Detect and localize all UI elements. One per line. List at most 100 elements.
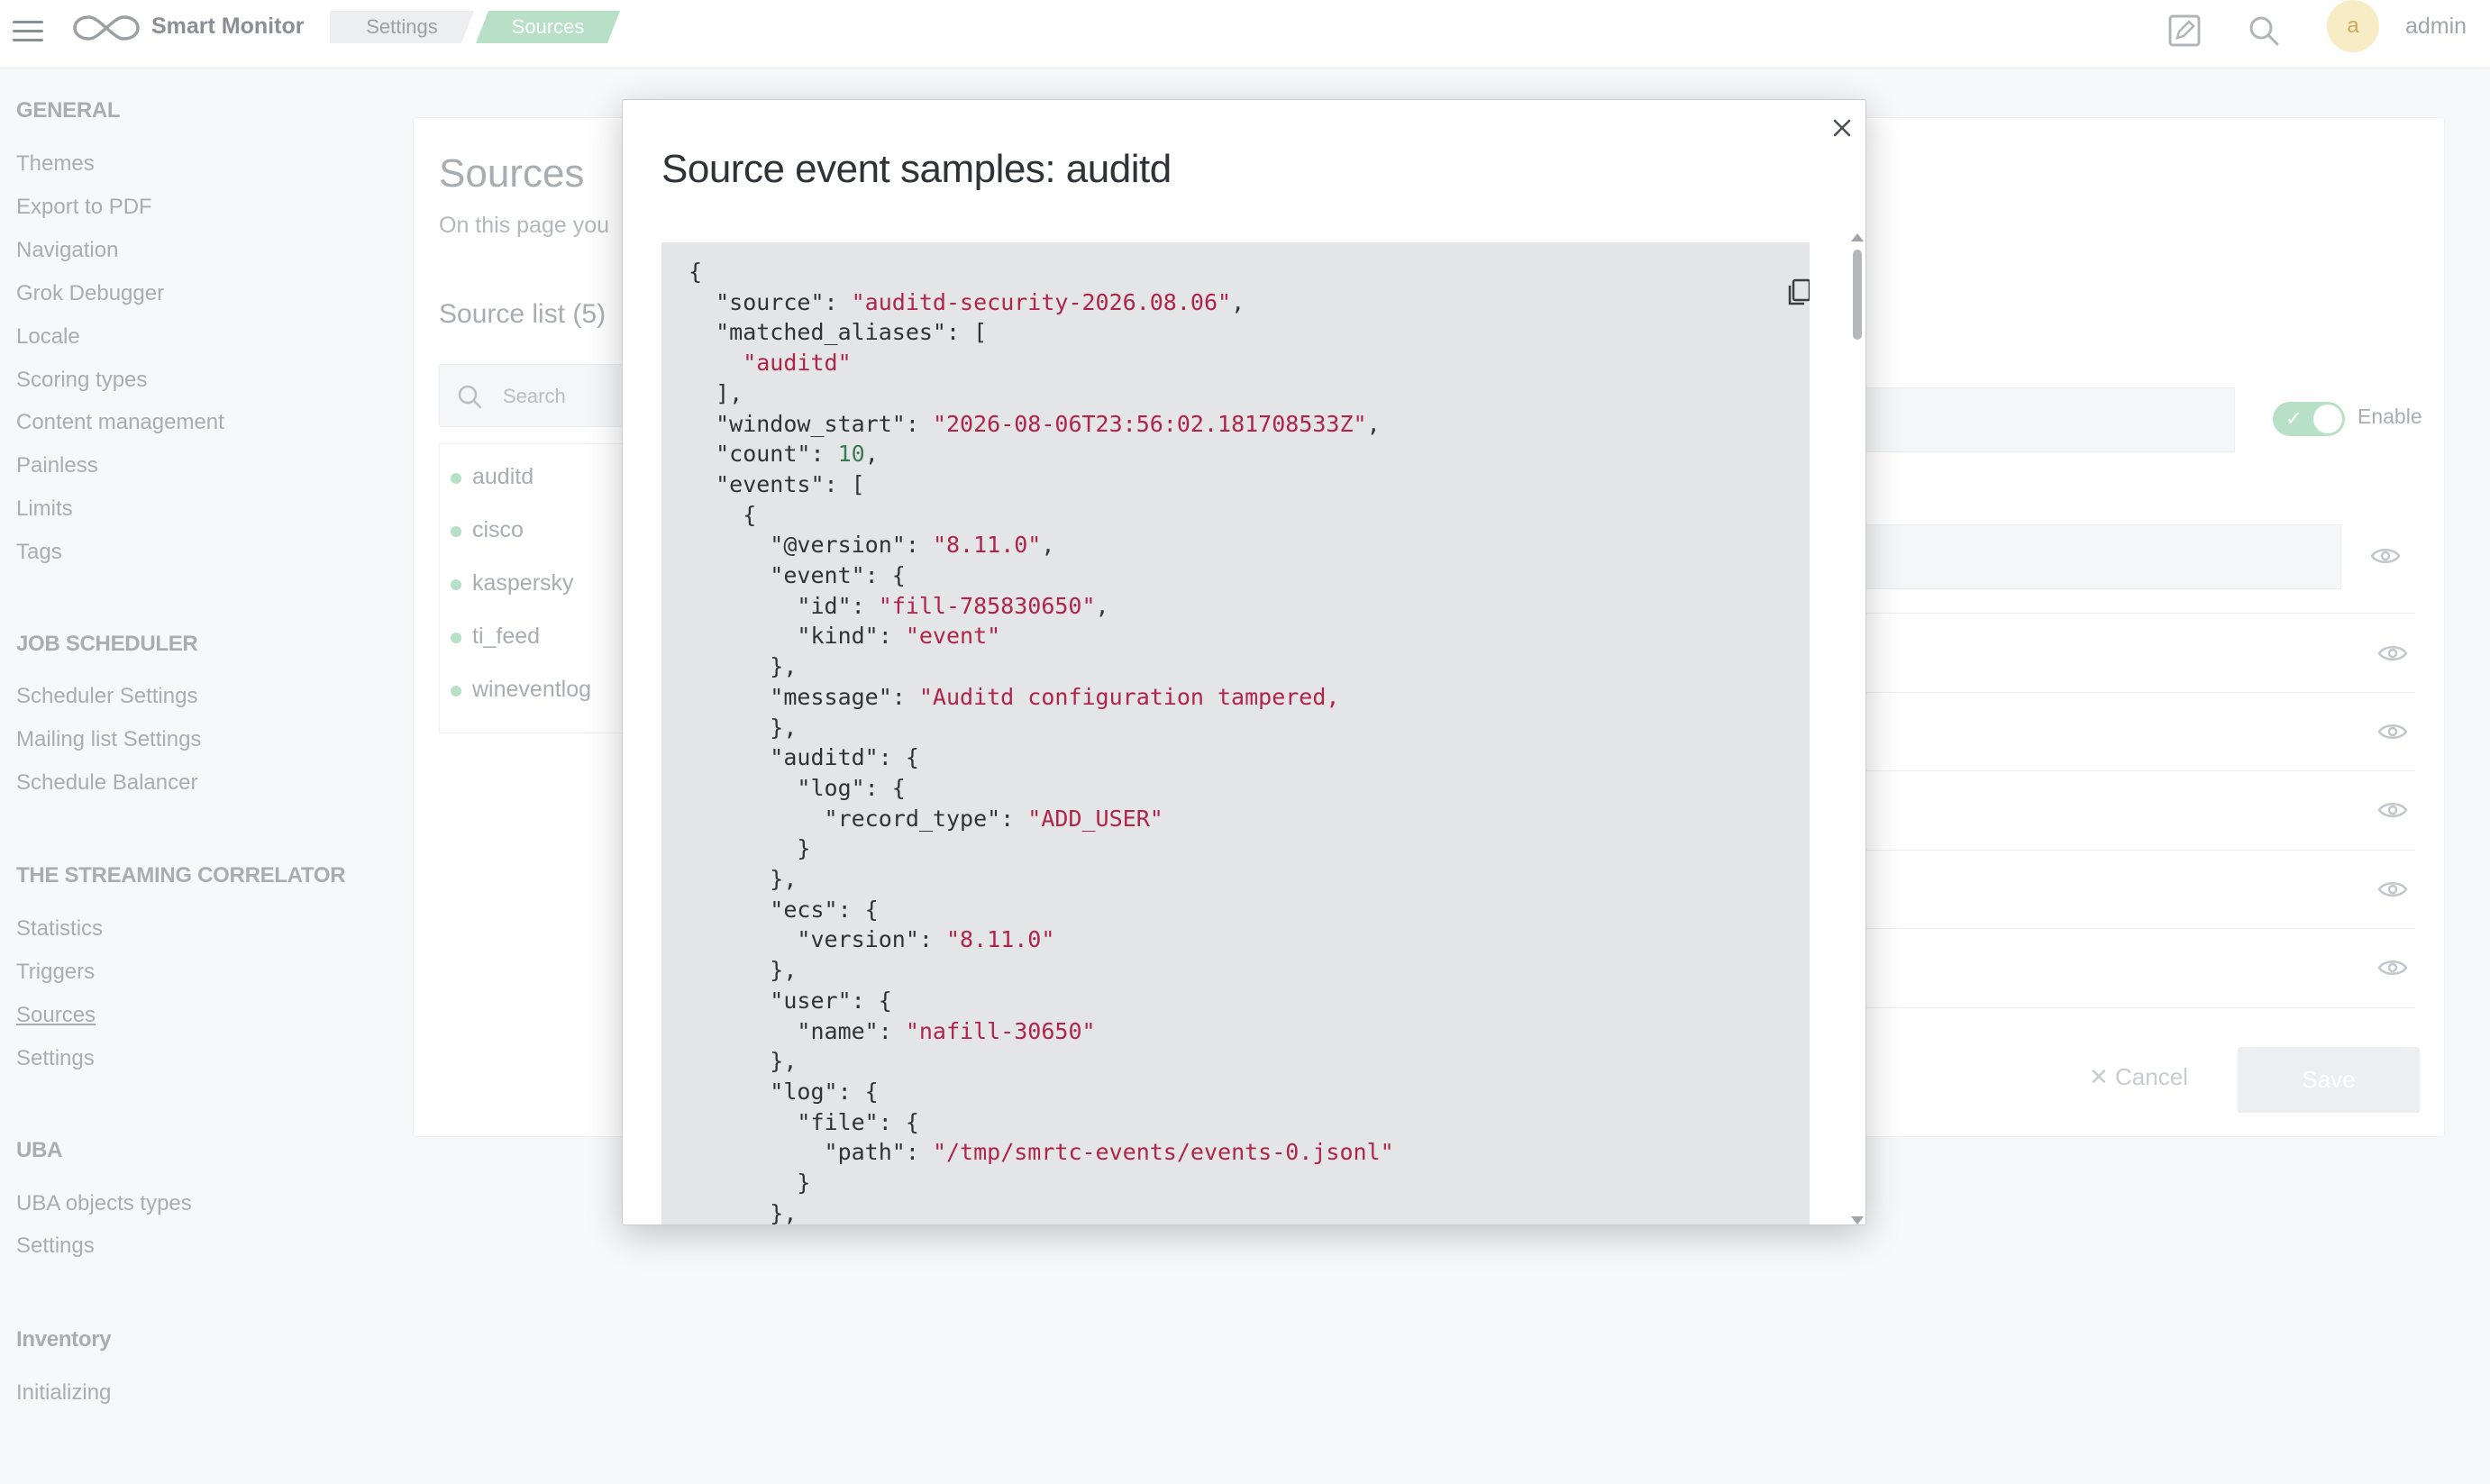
cancel-button[interactable]: ✕ Cancel (2089, 1063, 2188, 1091)
search-icon[interactable] (2246, 13, 2282, 49)
eye-icon[interactable] (2377, 721, 2408, 742)
sidebar-item-correlator-settings[interactable]: Settings (16, 1046, 95, 1071)
eye-icon[interactable] (2377, 957, 2408, 979)
code-line: "version": "8.11.0" (689, 926, 1055, 953)
sidebar-item-limits[interactable]: Limits (16, 496, 73, 522)
edit-icon[interactable] (2166, 13, 2203, 49)
sidebar-item-scheduler-settings[interactable]: Scheduler Settings (16, 684, 197, 709)
search-icon (458, 385, 482, 409)
status-dot (451, 473, 461, 484)
sidebar-section-uba: UBA (16, 1138, 63, 1162)
modal-scrollbar[interactable] (1848, 233, 1865, 1225)
code-line: { (689, 501, 757, 528)
eye-icon[interactable] (2370, 545, 2401, 567)
code-line: } (689, 1170, 811, 1196)
code-line: "file": { (689, 1108, 919, 1135)
code-line: "name": "nafill-30650" (689, 1017, 1096, 1044)
scroll-up-icon[interactable] (1851, 233, 1864, 241)
eye-icon[interactable] (2377, 642, 2408, 664)
copy-icon[interactable] (1784, 277, 1810, 307)
event-samples-modal: Source event samples: auditd { "source":… (622, 99, 1866, 1225)
source-item-ti-feed[interactable]: ti_feed (451, 624, 540, 650)
enable-toggle[interactable]: ✓ (2273, 402, 2345, 436)
sidebar-item-navigation[interactable]: Navigation (16, 238, 118, 263)
sidebar-item-statistics[interactable]: Statistics (16, 916, 103, 942)
top-bar: Smart Monitor Settings Sources a admin (0, 0, 2490, 68)
source-item-kaspersky[interactable]: kaspersky (451, 570, 574, 596)
page-subtitle: On this page you (439, 213, 610, 238)
status-dot (451, 579, 461, 590)
code-line: "kind": "event" (689, 623, 1001, 650)
code-line: } (689, 835, 811, 862)
check-icon: ✓ (2285, 407, 2303, 430)
status-dot (451, 686, 461, 696)
page-title: Sources (439, 151, 585, 196)
sidebar-item-painless[interactable]: Painless (16, 453, 98, 478)
code-line: "window_start": "2026-08-06T23:56:02.181… (689, 410, 1381, 437)
sidebar-item-content-management[interactable]: Content management (16, 410, 224, 435)
code-block[interactable]: { "source": "auditd-security-2026.08.06"… (661, 242, 1810, 1225)
source-item-wineventlog[interactable]: wineventlog (451, 677, 591, 703)
logo-icon (73, 15, 140, 41)
code-line: }, (689, 714, 798, 741)
status-dot (451, 526, 461, 537)
scroll-down-icon[interactable] (1851, 1216, 1864, 1225)
code-line: "matched_aliases": [ (689, 319, 988, 346)
sidebar-section-job-scheduler: JOB SCHEDULER (16, 632, 198, 656)
scroll-thumb[interactable] (1853, 250, 1862, 340)
code-line: "@version": "8.11.0", (689, 532, 1055, 559)
sidebar-item-initializing[interactable]: Initializing (16, 1380, 111, 1406)
modal-title: Source event samples: auditd (661, 147, 1172, 191)
menu-icon[interactable] (13, 15, 43, 46)
source-list-title: Source list (5) (439, 299, 607, 329)
sidebar-item-sources[interactable]: Sources (16, 1003, 96, 1028)
sidebar-section-general: GENERAL (16, 98, 121, 123)
eye-icon[interactable] (2377, 879, 2408, 900)
enable-label: Enable (2358, 405, 2422, 428)
eye-icon[interactable] (2377, 799, 2408, 821)
app-title: Smart Monitor (151, 14, 305, 39)
sidebar-item-tags[interactable]: Tags (16, 540, 62, 565)
sidebar-item-export-to-pdf[interactable]: Export to PDF (16, 195, 152, 220)
code-line: }, (689, 957, 798, 984)
breadcrumb-settings[interactable]: Settings (330, 11, 474, 43)
code-line: }, (689, 1199, 798, 1225)
save-button[interactable]: Save (2238, 1047, 2420, 1113)
sidebar: GENERAL Themes Export to PDF Navigation … (0, 69, 379, 1484)
sidebar-item-themes[interactable]: Themes (16, 151, 95, 177)
source-item-cisco[interactable]: cisco (451, 517, 524, 543)
code-line: { (689, 259, 703, 285)
code-line: "auditd" (689, 350, 852, 377)
sidebar-section-streaming-correlator: THE STREAMING CORRELATOR (16, 863, 346, 888)
sidebar-item-uba-objects-types[interactable]: UBA objects types (16, 1191, 192, 1216)
avatar[interactable]: a (2327, 0, 2379, 52)
sidebar-item-triggers[interactable]: Triggers (16, 960, 95, 985)
breadcrumb-sources[interactable]: Sources (476, 11, 620, 43)
sidebar-item-grok-debugger[interactable]: Grok Debugger (16, 281, 164, 306)
search-placeholder: Search (503, 385, 566, 407)
source-item-auditd[interactable]: auditd (451, 464, 534, 490)
code-line: "id": "fill-785830650", (689, 592, 1109, 619)
source-name-field[interactable] (1865, 387, 2235, 452)
alias-field[interactable] (1865, 524, 2341, 589)
code-line: }, (689, 1048, 798, 1075)
user-name[interactable]: admin (2405, 14, 2467, 40)
code-line: "log": { (689, 774, 906, 801)
sidebar-item-schedule-balancer[interactable]: Schedule Balancer (16, 770, 197, 796)
code-line: "record_type": "ADD_USER" (689, 805, 1163, 832)
code-line: "count": 10, (689, 441, 879, 468)
close-icon: ✕ (2089, 1063, 2116, 1090)
sidebar-item-mailing-list-settings[interactable]: Mailing list Settings (16, 727, 201, 752)
code-line: "events": [ (689, 470, 865, 497)
close-icon[interactable] (1827, 113, 1857, 143)
code-line: "message": "Auditd configuration tampere… (689, 683, 1340, 710)
sidebar-item-locale[interactable]: Locale (16, 324, 80, 350)
code-line: ], (689, 379, 743, 406)
code-line: "source": "auditd-security-2026.08.06", (689, 288, 1245, 315)
code-line: }, (689, 866, 798, 892)
sidebar-item-uba-settings[interactable]: Settings (16, 1234, 95, 1259)
sidebar-item-scoring-types[interactable]: Scoring types (16, 368, 147, 393)
code-line: "event": { (689, 562, 906, 588)
sidebar-section-inventory: Inventory (16, 1327, 112, 1352)
status-dot (451, 633, 461, 643)
